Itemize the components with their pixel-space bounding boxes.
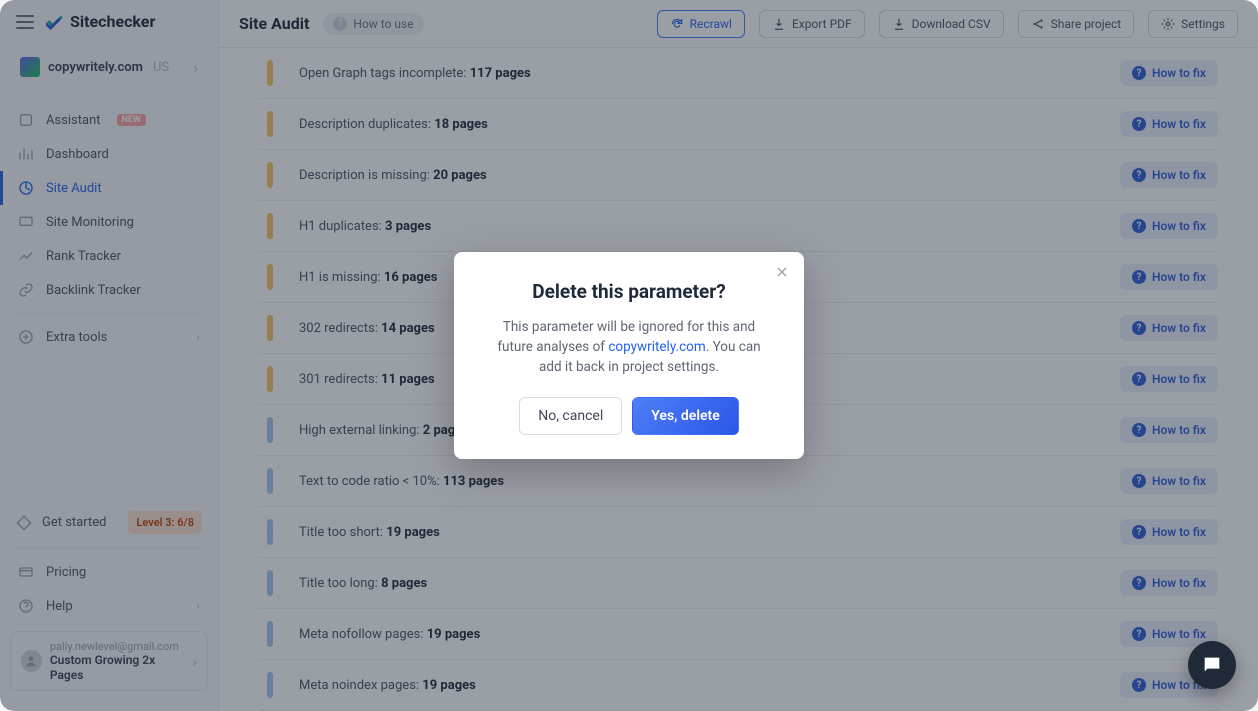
chat-icon — [1201, 654, 1223, 676]
delete-parameter-modal: Delete this parameter? This parameter wi… — [454, 252, 804, 460]
modal-overlay[interactable]: Delete this parameter? This parameter wi… — [0, 0, 1258, 711]
modal-title: Delete this parameter? — [480, 280, 778, 303]
confirm-delete-button[interactable]: Yes, delete — [632, 397, 738, 435]
close-button[interactable] — [774, 264, 790, 280]
close-icon — [774, 264, 790, 280]
cancel-button[interactable]: No, cancel — [519, 397, 622, 435]
modal-domain-link[interactable]: copywritely.com — [608, 339, 705, 355]
modal-body: This parameter will be ignored for this … — [480, 317, 778, 398]
chat-fab[interactable] — [1188, 641, 1236, 689]
